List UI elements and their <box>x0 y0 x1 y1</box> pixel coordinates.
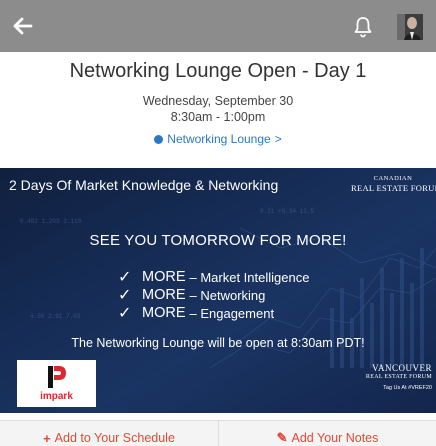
back-button[interactable] <box>8 13 36 39</box>
see-you-tomorrow-text: SEE YOU TOMORROW FOR MORE! <box>89 232 347 249</box>
bell-icon <box>354 17 372 38</box>
open-time-notice: The Networking Lounge will be open at 8:… <box>71 336 365 350</box>
vrf-forum: REAL ESTATE FORUM <box>365 373 432 380</box>
session-time: 8:30am - 1:00pm <box>170 110 266 124</box>
location-dot-icon <box>154 134 164 144</box>
bullet-text: – Networking <box>189 287 266 303</box>
add-notes-label: Add Your Notes <box>291 431 379 445</box>
list-item: ✓ MORE – Market Intelligence <box>118 268 378 286</box>
edit-icon: ✎ <box>276 430 288 445</box>
banner-headline: 2 Days Of Market Knowledge & Networking <box>9 177 279 193</box>
sponsor-logo: impark <box>17 360 96 407</box>
bullet-more: MORE <box>142 269 186 285</box>
session-date: Wednesday, September 30 <box>142 94 294 108</box>
checkmark-icon: ✓ <box>118 287 132 304</box>
event-banner: 0.482 1.203 3.110 8.21 +0.34 12.5 4.55 2… <box>0 168 436 413</box>
svg-text:0.482 1.203 3.110: 0.482 1.203 3.110 <box>20 218 82 225</box>
user-avatar[interactable] <box>397 14 423 40</box>
vrf-logo: VANCOUVER REAL ESTATE FORUM Tag Us At #V… <box>340 363 432 392</box>
bullet-more: MORE <box>142 287 186 303</box>
notifications-button[interactable] <box>349 13 377 41</box>
top-bar <box>0 0 436 52</box>
location-label: Networking Lounge <box>167 132 271 146</box>
crf-logo-small: CANADIAN <box>373 175 413 182</box>
vrf-hashtag: Tag Us At #VREF20 <box>383 385 432 392</box>
arrow-left-icon <box>13 17 33 35</box>
bullet-more: MORE <box>142 305 186 321</box>
session-title: Networking Lounge Open - Day 1 <box>69 60 367 82</box>
add-notes-button[interactable]: ✎ Add Your Notes <box>218 421 436 446</box>
add-to-schedule-label: Add to Your Schedule <box>54 431 175 445</box>
plus-icon: + <box>43 430 51 446</box>
chevron-right-icon: > <box>274 132 282 146</box>
crf-logo-big: REAL ESTATE FORUMS <box>351 182 436 193</box>
impark-logo-icon <box>48 366 66 388</box>
svg-text:4.55 2.91 7.03: 4.55 2.91 7.03 <box>30 313 81 320</box>
location-link[interactable]: Networking Lounge > <box>0 132 436 146</box>
svg-text:8.21 +0.34 12.5: 8.21 +0.34 12.5 <box>260 208 314 215</box>
checkmark-icon: ✓ <box>118 305 132 322</box>
bullet-text: – Market Intelligence <box>189 269 310 285</box>
benefit-list: ✓ MORE – Market Intelligence ✓ MORE – Ne… <box>118 268 378 322</box>
checkmark-icon: ✓ <box>118 269 132 286</box>
avatar-image <box>397 14 423 40</box>
bullet-text: – Engagement <box>189 305 275 321</box>
list-item: ✓ MORE – Networking <box>118 286 378 304</box>
sponsor-name: impark <box>40 391 73 402</box>
vrf-city: VANCOUVER <box>372 363 432 373</box>
list-item: ✓ MORE – Engagement <box>118 304 378 322</box>
add-to-schedule-button[interactable]: + Add to Your Schedule <box>0 421 218 446</box>
crf-logo: CANADIAN REAL ESTATE FORUMS <box>351 175 436 193</box>
action-bar: + Add to Your Schedule ✎ Add Your Notes <box>0 420 436 446</box>
